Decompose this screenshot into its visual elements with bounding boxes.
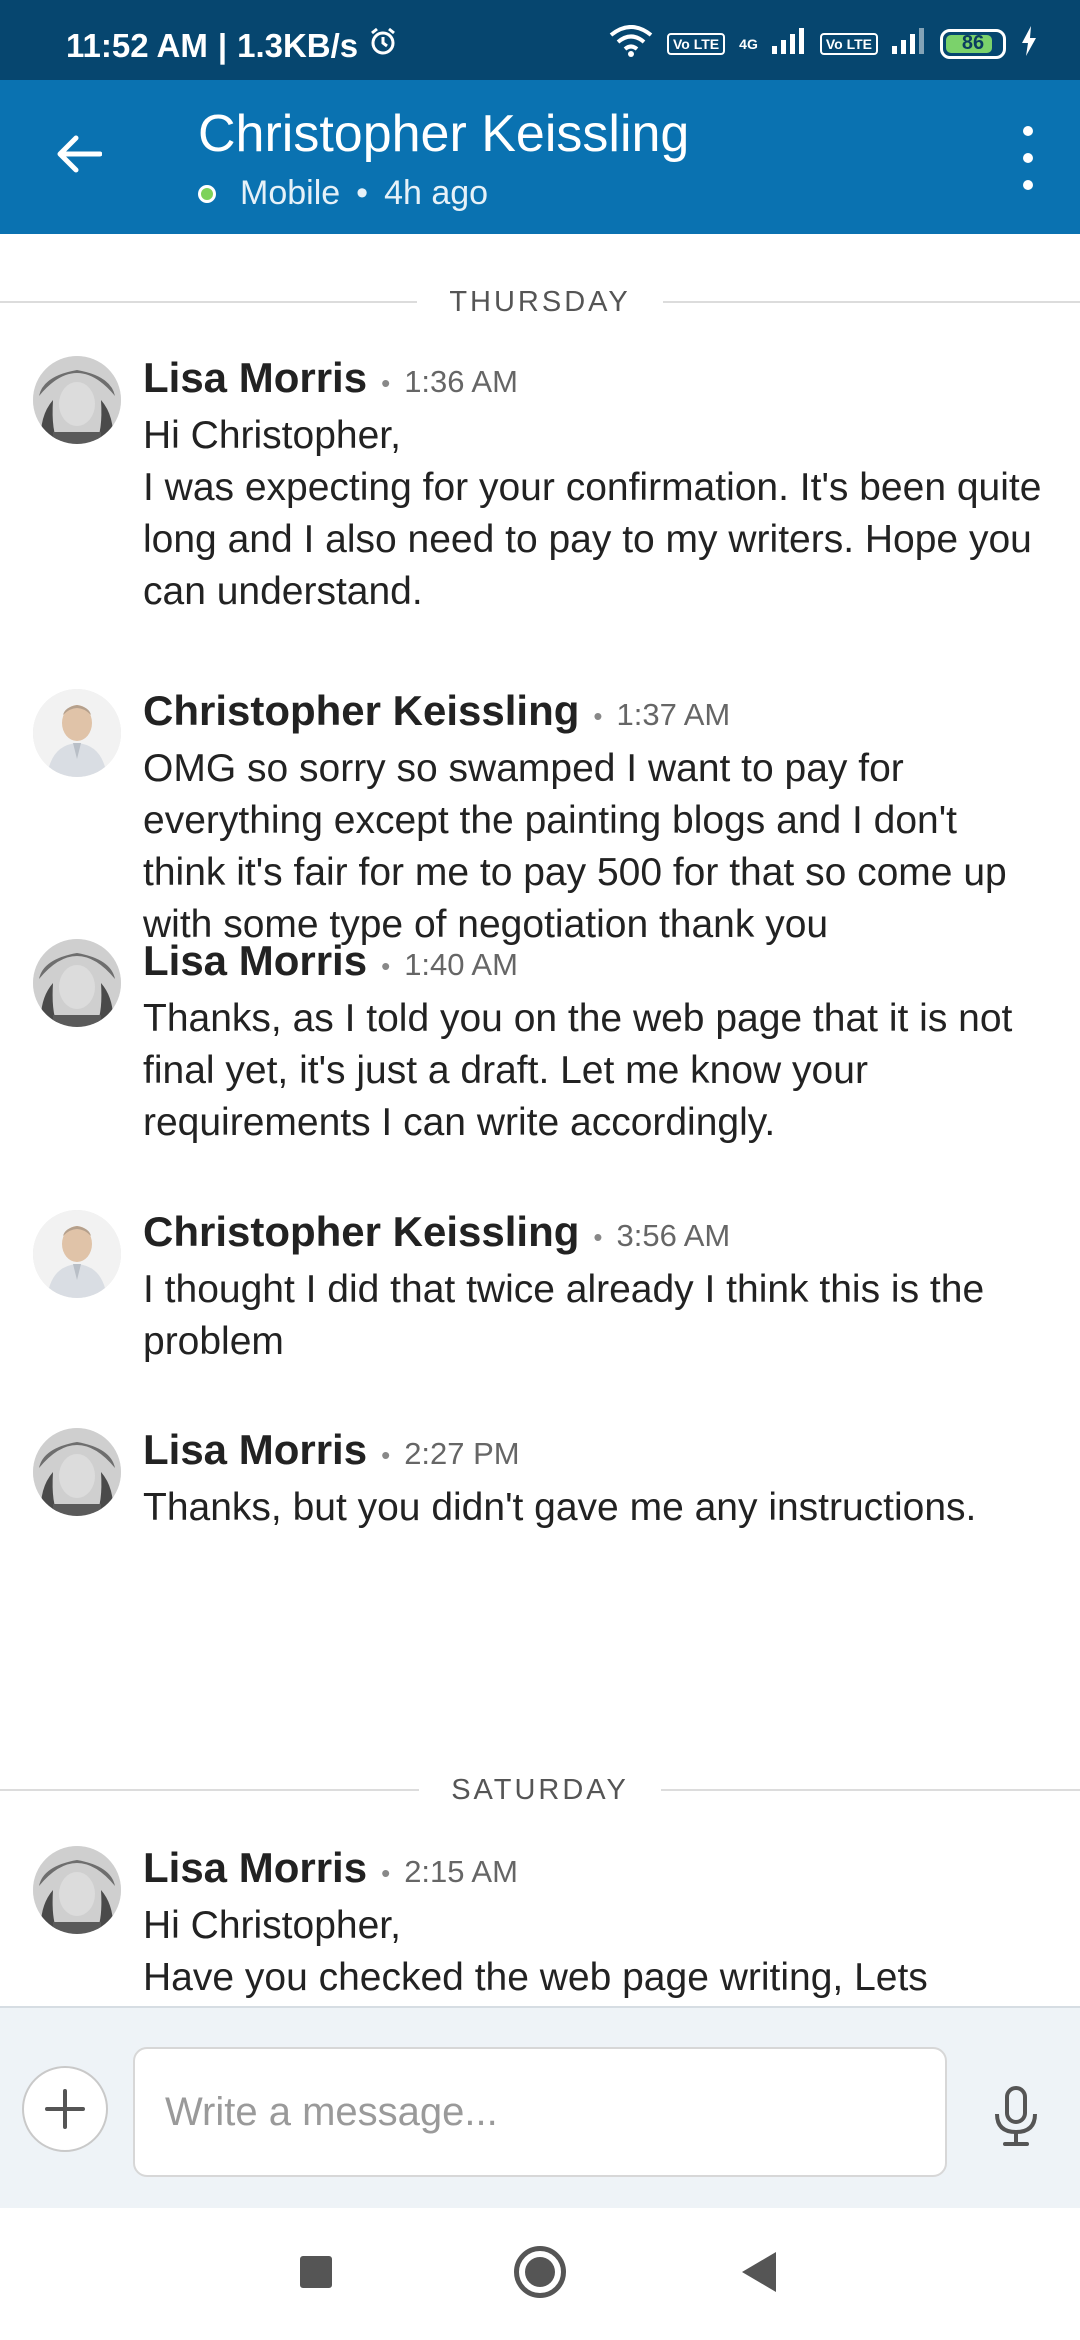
- message-text: Hi Christopher, Have you checked the web…: [143, 1904, 928, 1999]
- recent-apps-button[interactable]: [300, 2256, 332, 2288]
- status-time: 11:52 AM: [66, 27, 208, 64]
- divider-line: [0, 301, 418, 303]
- message-time: 2:27 PM: [381, 1436, 519, 1472]
- message-text: Thanks, but you didn't gave me any instr…: [143, 1486, 977, 1529]
- message-time: 1:40 AM: [381, 947, 518, 983]
- avatar[interactable]: [33, 1846, 121, 1934]
- arrow-left-icon: [57, 135, 102, 173]
- battery-level: 86: [961, 32, 985, 54]
- message-header: Lisa Morris 2:27 PM: [143, 1426, 520, 1474]
- last-seen-label: 4h ago: [384, 174, 489, 212]
- home-icon: [525, 2257, 555, 2287]
- home-button[interactable]: [514, 2246, 566, 2298]
- system-nav-bar: [0, 2208, 1080, 2340]
- contact-name[interactable]: Christopher Keissling: [198, 104, 689, 164]
- status-bar: 11:52 AM | 1.3KB/s Vo LTE 4G Vo LTE 86: [0, 0, 1080, 80]
- back-nav-button[interactable]: [742, 2252, 776, 2292]
- sender-name[interactable]: Lisa Morris: [143, 937, 367, 985]
- separator-dot: •: [356, 174, 369, 212]
- divider-line: [0, 1789, 420, 1791]
- message-thread[interactable]: THURSDAY Lisa Morris 1:36 AM Hi Christop…: [0, 234, 1080, 2006]
- avatar[interactable]: [33, 1428, 121, 1516]
- avatar[interactable]: [33, 939, 121, 1027]
- divider-line: [660, 1789, 1080, 1791]
- avatar[interactable]: [33, 1210, 121, 1298]
- message-composer: Write a message...: [0, 2006, 1080, 2208]
- back-button[interactable]: [46, 122, 110, 186]
- status-divider: |: [217, 27, 228, 64]
- more-vertical-icon: [1023, 126, 1033, 136]
- message-time: 1:37 AM: [593, 697, 731, 733]
- more-options-button[interactable]: [1008, 126, 1048, 190]
- sender-name[interactable]: Lisa Morris: [143, 1426, 367, 1474]
- alarm-icon: [368, 27, 398, 65]
- volte-badge-1: Vo LTE: [667, 32, 726, 55]
- message-header: Lisa Morris 2:15 AM: [143, 1844, 518, 1892]
- network-4g-label: 4G: [739, 35, 758, 52]
- message-header: Lisa Morris 1:40 AM: [143, 937, 518, 985]
- message-time: 2:15 AM: [381, 1854, 518, 1890]
- message-header: Christopher Keissling 1:37 AM: [143, 687, 730, 735]
- microphone-button[interactable]: [986, 2082, 1046, 2152]
- charging-icon: [1020, 26, 1038, 61]
- day-divider: THURSDAY: [0, 282, 1080, 322]
- message-time: 1:36 AM: [381, 364, 518, 400]
- status-speed: 1.3KB/s: [237, 27, 359, 64]
- day-label: THURSDAY: [449, 285, 631, 318]
- avatar[interactable]: [33, 356, 121, 444]
- day-label: SATURDAY: [451, 1773, 629, 1806]
- message-header: Christopher Keissling 3:56 AM: [143, 1208, 730, 1256]
- presence-label: Mobile: [240, 174, 341, 212]
- signal-icon: [771, 28, 806, 59]
- message-header: Lisa Morris 1:36 AM: [143, 354, 518, 402]
- add-attachment-button[interactable]: [22, 2066, 108, 2152]
- sender-name[interactable]: Christopher Keissling: [143, 1208, 579, 1256]
- status-right: Vo LTE 4G Vo LTE 86: [609, 25, 1038, 62]
- wifi-icon: [609, 25, 653, 62]
- divider-line: [662, 301, 1080, 303]
- plus-icon: [45, 2089, 85, 2129]
- more-vertical-icon-dot: [1023, 180, 1033, 190]
- message-text: Hi Christopher, I was expecting for your…: [143, 414, 1042, 613]
- signal-icon: [892, 28, 926, 59]
- message-time: 3:56 AM: [593, 1218, 731, 1254]
- online-status-icon: [198, 184, 216, 203]
- day-divider: SATURDAY: [0, 1770, 1080, 1810]
- battery-indicator: 86: [940, 28, 1006, 59]
- message-text: I thought I did that twice already I thi…: [143, 1268, 995, 1363]
- status-left: 11:52 AM | 1.3KB/s: [66, 27, 398, 65]
- message-input[interactable]: Write a message...: [133, 2047, 947, 2177]
- message-text: OMG so sorry so swamped I want to pay fo…: [143, 747, 1018, 946]
- volte-badge-2: Vo LTE: [819, 32, 878, 55]
- more-vertical-icon-dot: [1023, 153, 1033, 163]
- message-text: Thanks, as I told you on the web page th…: [143, 997, 1024, 1144]
- conversation-header: Christopher Keissling Mobile • 4h ago: [0, 80, 1080, 234]
- sender-name[interactable]: Christopher Keissling: [143, 687, 579, 735]
- avatar[interactable]: [33, 689, 121, 777]
- microphone-icon: [995, 2086, 1037, 2146]
- sender-name[interactable]: Lisa Morris: [143, 354, 367, 402]
- sender-name[interactable]: Lisa Morris: [143, 1844, 367, 1892]
- presence-line: Mobile • 4h ago: [198, 174, 488, 213]
